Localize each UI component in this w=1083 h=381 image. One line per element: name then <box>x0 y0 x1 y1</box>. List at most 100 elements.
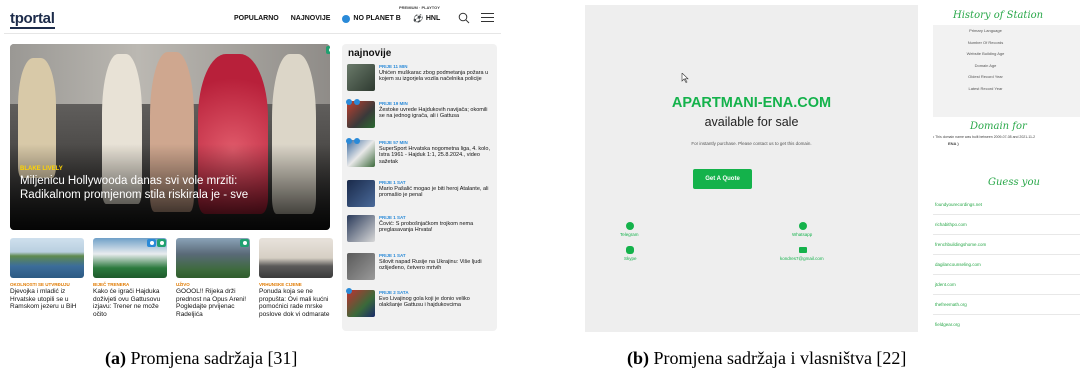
news-item[interactable]: PRIJE 2 SATA Evo Livajinog gola koji je … <box>346 288 493 320</box>
hero-article[interactable]: BLAKE LIVELY Miljenicu Hollywooda danas … <box>10 44 330 230</box>
news-time: PRIJE 57 MIN <box>379 140 408 145</box>
history-title: History of Station <box>953 10 1044 21</box>
video-icon <box>346 99 352 105</box>
camera-icon <box>326 46 330 54</box>
video-icon <box>147 239 156 247</box>
news-item[interactable]: PRIJE 1 SAT Čović: S probošnjačkom trojk… <box>347 215 493 245</box>
main-nav: POPULARNO NAJNOVIJE NO PLANET B ⚽ HNL <box>234 14 440 23</box>
news-thumb <box>346 288 375 317</box>
video-icon <box>346 288 352 294</box>
tportal-header: tportal PREMIUM · PLAYTOY POPULARNO NAJN… <box>4 4 501 34</box>
thumb-title[interactable]: Ponuda koja se ne propušta: Ovi mali kuć… <box>259 288 333 318</box>
nav-hnl-label: HNL <box>425 15 441 22</box>
caption-a-text: Promjena sadržaja [31] <box>126 348 298 368</box>
news-thumb <box>347 215 375 242</box>
video-icon <box>346 138 352 144</box>
caption-b-letter: (b) <box>627 348 649 368</box>
suggested-domains-list: foundyourecordings.net richabithpo.com f… <box>933 195 1080 332</box>
domain-link[interactable]: dagilancounseling.com <box>933 255 1080 275</box>
thumb-category: OKOLNOSTI SE UTVRĐUJU <box>10 282 70 287</box>
thumb-title[interactable]: GOOOL!! Rijeka drži prednost na Opus Are… <box>176 288 250 318</box>
history-row: Domain Age <box>974 62 997 68</box>
mouse-cursor-icon <box>681 73 689 83</box>
guess-title: Guess you <box>988 177 1040 188</box>
news-title[interactable]: Čović: S probošnjačkom trojkom nema preg… <box>379 221 493 234</box>
history-row: Primary Language <box>969 28 1002 33</box>
thumb-image <box>259 238 333 278</box>
caption-b-text: Promjena sadržaja i vlasništva [22] <box>649 348 907 368</box>
news-item[interactable]: PRIJE 1 SAT Silovit napad Rusije na Ukra… <box>347 253 493 283</box>
thumb-article[interactable]: UŽIVO GOOOL!! Rijeka drži prednost na Op… <box>176 238 250 318</box>
news-thumb <box>346 99 375 128</box>
news-thumb <box>347 64 375 91</box>
tportal-logo[interactable]: tportal <box>10 10 55 29</box>
news-item[interactable]: PRIJE 1 SAT Mario Pašalić mogao je biti … <box>347 180 493 210</box>
telegram-label[interactable]: Telegram <box>620 232 639 237</box>
news-time: PRIJE 2 SATA <box>379 290 409 295</box>
news-thumb <box>347 253 375 280</box>
thumb-image <box>93 238 167 278</box>
camera-icon <box>354 138 360 144</box>
mail-icon[interactable] <box>799 247 807 253</box>
news-time: PRIJE 1 SAT <box>379 215 406 220</box>
hero-category: BLAKE LIVELY <box>20 166 63 172</box>
planet-icon <box>342 14 351 23</box>
history-row: Number Of Records <box>967 39 1004 45</box>
sidebar-heading: najnovije <box>348 48 392 59</box>
email-label[interactable]: kondres7@gmail.com <box>780 256 824 261</box>
camera-icon <box>157 239 166 247</box>
tportal-screenshot: tportal PREMIUM · PLAYTOY POPULARNO NAJN… <box>4 4 501 331</box>
domain-link[interactable]: richabithpo.com <box>933 215 1080 235</box>
history-row: Latest Record Year <box>968 85 1003 91</box>
history-table: Primary Language Number Of Records Websi… <box>933 25 1080 117</box>
news-thumb <box>346 138 375 167</box>
news-title[interactable]: Evo Livajinog gola koji je donio veliko … <box>379 296 493 309</box>
whatsapp-icon[interactable] <box>799 222 807 230</box>
logo-text: tportal <box>10 10 55 29</box>
search-icon[interactable] <box>458 12 470 24</box>
availability-text: available for sale <box>704 115 799 129</box>
caption-a-letter: (a) <box>105 348 126 368</box>
purchase-note: For instantly purchase. Please contact u… <box>691 141 812 146</box>
skype-label[interactable]: Skype <box>624 256 637 261</box>
thumb-article[interactable]: BIJEČ TRENERA Kako će igrači Hajduka dož… <box>93 238 167 318</box>
thumb-article[interactable]: VRHUNSKE CIJENE Ponuda koja se ne propuš… <box>259 238 333 318</box>
news-item[interactable]: PRIJE 11 MIN Uhićen muškarac zbog podmet… <box>347 64 493 94</box>
whatsapp-label[interactable]: Whatsapp <box>792 232 812 237</box>
get-quote-button[interactable]: Get A Quote <box>693 169 752 189</box>
domain-note: • This domain name was built between 200… <box>933 135 1036 139</box>
nav-hnl[interactable]: ⚽ HNL <box>413 14 440 23</box>
thumb-title[interactable]: Djevojka i mladić iz Hrvatske utopili se… <box>10 288 84 311</box>
skype-icon[interactable] <box>626 246 634 254</box>
news-item[interactable]: PRIJE 57 MIN SuperSport Hrvatska nogomet… <box>346 138 493 170</box>
domain-link[interactable]: fieldgear.org <box>933 315 1080 332</box>
domain-for-title: Domain for <box>970 121 1027 132</box>
hamburger-menu-icon[interactable] <box>481 13 494 23</box>
caption-b: (b) Promjena sadržaja i vlasništva [22] <box>627 348 906 369</box>
thumb-article[interactable]: OKOLNOSTI SE UTVRĐUJU Djevojka i mladić … <box>10 238 84 311</box>
news-time: PRIJE 19 MIN <box>379 101 408 106</box>
domain-link[interactable]: frenchbuildingshome.com <box>933 235 1080 255</box>
thumb-category: UŽIVO <box>176 282 190 287</box>
thumb-title[interactable]: Kako će igrači Hajduka doživjeti ovu Gat… <box>93 288 167 318</box>
telegram-icon[interactable] <box>626 222 634 230</box>
news-title[interactable]: Silovit napad Rusije na Ukrajinu: Više l… <box>379 259 493 272</box>
news-time: PRIJE 11 MIN <box>379 64 408 69</box>
nav-popularno[interactable]: POPULARNO <box>234 14 279 23</box>
nav-no-planet-b[interactable]: NO PLANET B <box>342 14 401 23</box>
news-title[interactable]: Žestoke uvrede Hajdukovih navijača; okom… <box>379 107 493 120</box>
news-item[interactable]: PRIJE 19 MIN Žestoke uvrede Hajdukovih n… <box>346 99 493 131</box>
thumb-category: VRHUNSKE CIJENE <box>259 282 302 287</box>
domain-link[interactable]: jtdent.com <box>933 275 1080 295</box>
hero-title[interactable]: Miljenicu Hollywooda danas svi vole mrzi… <box>20 175 270 202</box>
news-title[interactable]: SuperSport Hrvatska nogometna liga, 4. k… <box>379 146 493 165</box>
history-row: Oldest Record Year <box>968 74 1003 79</box>
news-title[interactable]: Mario Pašalić mogao je biti heroj Atalan… <box>379 186 493 199</box>
mini-nav[interactable]: PREMIUM · PLAYTOY <box>399 5 440 10</box>
domain-name: APARTMANI-ENA.COM <box>671 95 832 111</box>
football-icon: ⚽ <box>412 14 423 23</box>
domain-link[interactable]: thefreemath.org <box>933 295 1080 315</box>
news-title[interactable]: Uhićen muškarac zbog podmetanja požara u… <box>379 70 493 83</box>
domain-link[interactable]: foundyourecordings.net <box>933 195 1080 215</box>
nav-najnovije[interactable]: NAJNOVIJE <box>291 14 331 23</box>
